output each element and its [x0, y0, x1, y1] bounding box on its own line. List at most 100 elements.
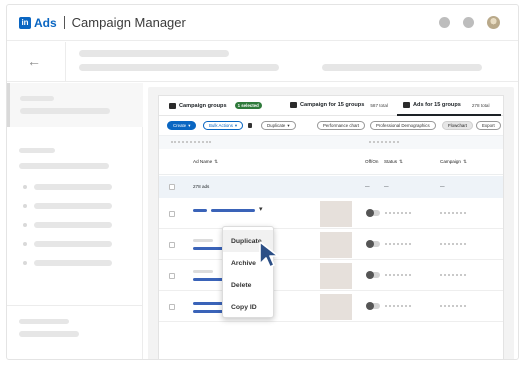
ad-thumbnail [320, 263, 352, 289]
tab-label: Campaign groups [179, 102, 227, 109]
flowchart-button[interactable]: Flowchart [442, 121, 474, 130]
filter-row [159, 135, 503, 149]
title-extra-placeholder [322, 64, 482, 71]
sidebar-footer-sub-placeholder [19, 331, 79, 337]
column-ad-name[interactable]: Ad Name ⇅ [193, 159, 218, 165]
toolbar: Create ▾ Bulk Actions ▾ Duplicate ▾ Perf… [159, 117, 503, 134]
top-right-icons [439, 16, 500, 29]
column-off-on[interactable]: Off/On [365, 159, 378, 164]
menu-item-copy-id[interactable]: Copy ID [223, 296, 273, 318]
row-checkbox[interactable] [169, 242, 175, 248]
status-placeholder [385, 243, 411, 245]
title-placeholder [79, 64, 279, 71]
folder-icon [169, 102, 176, 109]
sort-icon[interactable]: ⇅ [399, 159, 403, 164]
off-on-toggle[interactable] [366, 302, 380, 310]
export-label: Export [482, 123, 495, 128]
table-row[interactable] [159, 261, 503, 291]
chevron-down-icon: ▾ [234, 122, 238, 128]
chevron-down-icon[interactable]: ▾ [259, 205, 263, 213]
performance-chart-button[interactable]: Performance chart [317, 121, 366, 130]
sidebar-section-sub-placeholder [19, 163, 109, 169]
sidebar-item[interactable] [34, 203, 112, 209]
app-title: Campaign Manager [71, 15, 186, 30]
row-checkbox[interactable] [169, 211, 175, 217]
duplicate-label: Duplicate [267, 123, 286, 128]
sidebar [7, 83, 143, 359]
status-placeholder [385, 305, 411, 307]
selected-badge: 1 selected [234, 102, 262, 109]
sidebar-item-label-placeholder [20, 96, 54, 101]
filter-placeholder [171, 141, 211, 143]
column-campaign-label: Campaign [440, 159, 461, 164]
menu-item-delete[interactable]: Delete [223, 274, 273, 296]
column-status[interactable]: Status ⇅ [384, 159, 403, 165]
ad-name-placeholder[interactable] [193, 209, 207, 212]
tab-label: Ads for 15 groups [413, 102, 461, 108]
column-campaign[interactable]: Campaign ⇅ [440, 159, 467, 165]
active-tab-indicator [397, 114, 501, 116]
table-total-row: 278 ads — — — [159, 176, 503, 198]
sidebar-item[interactable] [34, 260, 112, 266]
top-bar: in Ads Campaign Manager [7, 5, 518, 41]
off-on-toggle[interactable] [366, 240, 380, 248]
bulk-actions-button[interactable]: Bulk Actions ▾ [203, 121, 244, 130]
ad-name-placeholder[interactable] [211, 209, 255, 212]
sidebar-item-active[interactable] [7, 83, 143, 127]
total-campaign: — [440, 184, 445, 189]
export-button[interactable]: Export [476, 121, 501, 130]
chevron-down-icon: ▾ [188, 122, 191, 128]
chevron-down-icon: ▾ [287, 122, 290, 128]
professional-demographics-label: Professional Demographics [376, 123, 430, 128]
ads-logo-text[interactable]: Ads [34, 16, 57, 30]
sidebar-bullet-icon [23, 242, 27, 246]
tab-bar: Campaign groups 1 selected Campaign for … [159, 96, 503, 116]
ad-name-placeholder[interactable] [193, 239, 213, 242]
table-row[interactable] [159, 230, 503, 260]
performance-chart-label: Performance chart [323, 123, 360, 128]
tab-label: Campaign for 15 groups [300, 102, 365, 108]
off-on-toggle[interactable] [366, 271, 380, 279]
tab-campaigns[interactable]: Campaign for 15 groups 587 total [290, 102, 388, 108]
sort-icon[interactable]: ⇅ [214, 159, 218, 164]
tab-campaign-groups[interactable]: Campaign groups 1 selected [169, 102, 262, 109]
ad-name-placeholder[interactable] [193, 270, 213, 273]
notification-dot-icon[interactable] [439, 17, 450, 28]
total-status: — [384, 184, 389, 189]
avatar[interactable] [487, 16, 500, 29]
ad-thumbnail [320, 201, 352, 227]
linkedin-logo-icon[interactable]: in [19, 16, 31, 29]
tab-ads[interactable]: Ads for 15 groups 278 total [403, 102, 490, 108]
sidebar-item[interactable] [34, 184, 112, 190]
campaign-placeholder [440, 305, 466, 307]
professional-demographics-button[interactable]: Professional Demographics [370, 121, 436, 130]
row-checkbox[interactable] [169, 273, 175, 279]
campaign-icon [290, 102, 297, 108]
sidebar-bullet-icon [23, 185, 27, 189]
create-button[interactable]: Create ▾ [167, 121, 197, 130]
duplicate-button[interactable]: Duplicate ▾ [261, 121, 296, 130]
sidebar-bullet-icon [23, 204, 27, 208]
messages-dot-icon[interactable] [463, 17, 474, 28]
breadcrumb-placeholder [79, 50, 229, 57]
off-on-toggle[interactable] [366, 209, 380, 217]
campaign-placeholder [440, 243, 466, 245]
filter-placeholder [369, 141, 399, 143]
table-row[interactable] [159, 292, 503, 322]
ad-icon [403, 102, 410, 108]
sort-icon[interactable]: ⇅ [463, 159, 467, 164]
table-row[interactable]: ▾ [159, 199, 503, 229]
column-ad-name-label: Ad Name [193, 159, 213, 164]
sidebar-item[interactable] [34, 241, 112, 247]
ad-name-placeholder[interactable] [193, 302, 223, 305]
create-label: Create [173, 123, 187, 128]
logo-divider [63, 16, 65, 29]
select-all-checkbox[interactable] [169, 184, 175, 190]
row-checkbox[interactable] [169, 304, 175, 310]
total-ads-count: 278 ads [193, 184, 210, 189]
sidebar-divider [7, 305, 143, 306]
sidebar-item[interactable] [34, 222, 112, 228]
trash-icon[interactable] [248, 123, 252, 128]
sidebar-section-placeholder [19, 148, 55, 153]
back-arrow-icon[interactable]: ← [27, 53, 41, 69]
